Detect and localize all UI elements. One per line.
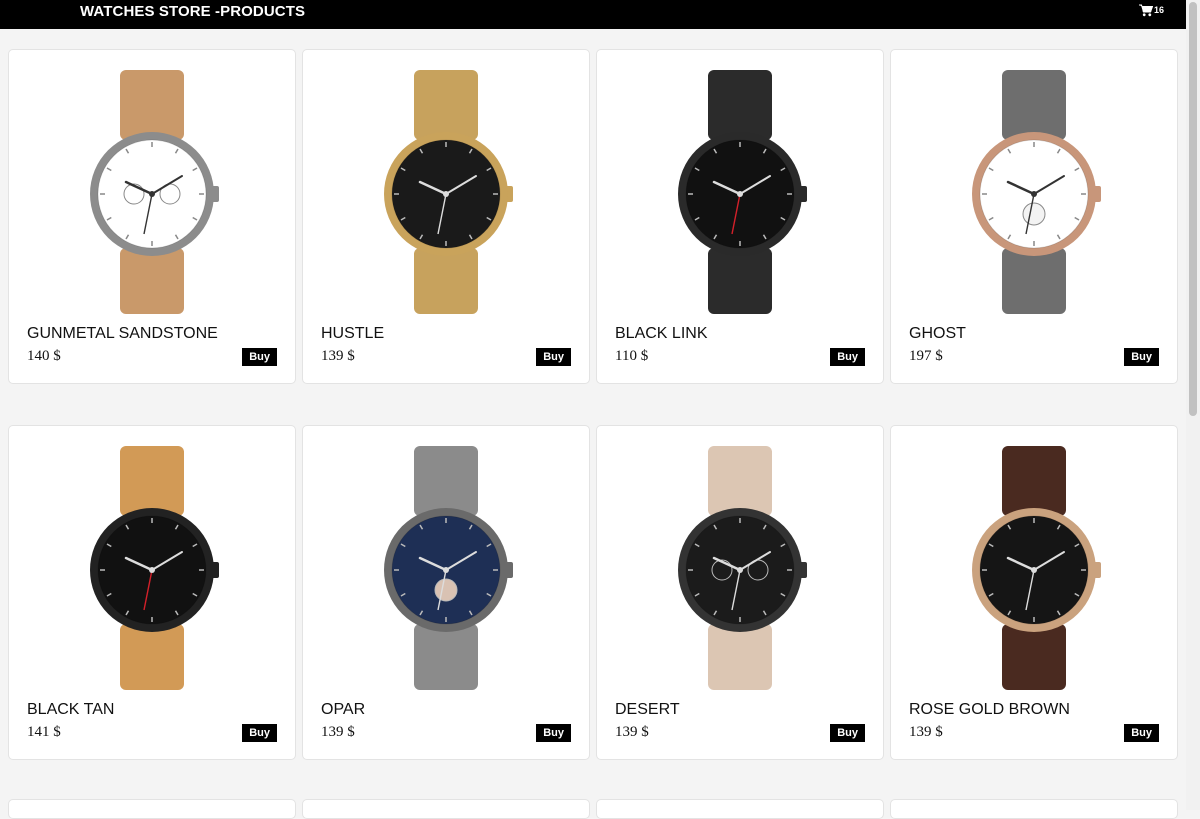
product-price: 139 $ <box>615 724 649 740</box>
product-image <box>303 68 589 316</box>
product-price: 141 $ <box>27 724 61 740</box>
product-image <box>597 444 883 692</box>
product-image <box>9 68 295 316</box>
buy-button[interactable]: Buy <box>536 724 571 742</box>
product-card: BLACK LINK 110 $ Buy <box>596 49 884 384</box>
product-name: BLACK LINK <box>615 325 708 342</box>
product-price: 139 $ <box>321 724 355 740</box>
product-price: 139 $ <box>321 348 355 364</box>
product-name: OPAR <box>321 701 366 718</box>
product-card-partial <box>302 799 590 819</box>
product-image <box>9 444 295 692</box>
product-name: BLACK TAN <box>27 701 115 718</box>
cart-button[interactable]: 16 <box>1139 4 1164 17</box>
page-scrollbar[interactable] <box>1186 0 1200 810</box>
buy-button[interactable]: Buy <box>1124 348 1159 366</box>
product-image <box>597 68 883 316</box>
product-name: ROSE GOLD BROWN <box>909 701 1070 718</box>
buy-button[interactable]: Buy <box>242 348 277 366</box>
product-name: GHOST <box>909 325 966 342</box>
page-title: WATCHES STORE -PRODUCTS <box>80 3 306 20</box>
top-navbar: WATCHES STORE -PRODUCTS 16 <box>0 0 1186 29</box>
scrollbar-thumb[interactable] <box>1189 2 1197 416</box>
buy-button[interactable]: Buy <box>242 724 277 742</box>
product-card-partial <box>890 799 1178 819</box>
product-card-partial <box>8 799 296 819</box>
buy-button[interactable]: Buy <box>536 348 571 366</box>
buy-button[interactable]: Buy <box>1124 724 1159 742</box>
product-grid: GUNMETAL SANDSTONE 140 $ Buy HUSTLE 139 … <box>8 49 1178 760</box>
product-card: ROSE GOLD BROWN 139 $ Buy <box>890 425 1178 760</box>
product-image <box>891 444 1177 692</box>
product-card: OPAR 139 $ Buy <box>302 425 590 760</box>
product-card: GHOST 197 $ Buy <box>890 49 1178 384</box>
product-card: HUSTLE 139 $ Buy <box>302 49 590 384</box>
cart-count: 16 <box>1154 5 1165 15</box>
product-price: 197 $ <box>909 348 943 364</box>
product-image <box>891 68 1177 316</box>
product-card-partial <box>596 799 884 819</box>
product-name: GUNMETAL SANDSTONE <box>27 325 218 342</box>
product-price: 139 $ <box>909 724 943 740</box>
product-name: HUSTLE <box>321 325 385 342</box>
buy-button[interactable]: Buy <box>830 724 865 742</box>
buy-button[interactable]: Buy <box>830 348 865 366</box>
cart-icon <box>1139 4 1153 17</box>
product-price: 140 $ <box>27 348 61 364</box>
product-price: 110 $ <box>615 348 649 364</box>
product-card: GUNMETAL SANDSTONE 140 $ Buy <box>8 49 296 384</box>
product-image <box>303 444 589 692</box>
product-card: DESERT 139 $ Buy <box>596 425 884 760</box>
product-name: DESERT <box>615 701 680 718</box>
product-card: BLACK TAN 141 $ Buy <box>8 425 296 760</box>
